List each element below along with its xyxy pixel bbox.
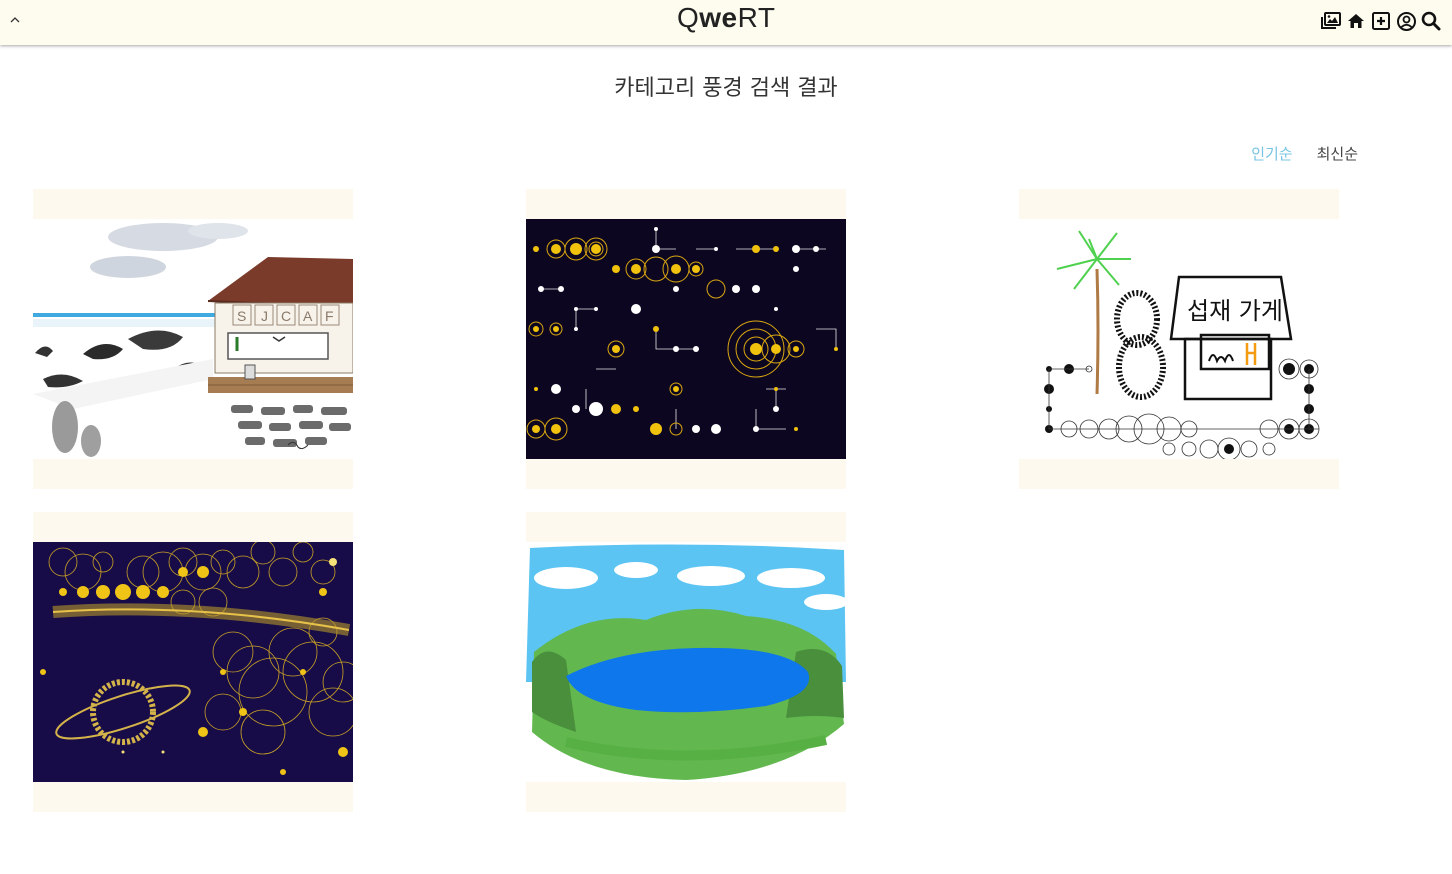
gallery-card[interactable] xyxy=(526,189,846,489)
profile-icon[interactable] xyxy=(1395,10,1417,32)
gallery-card[interactable]: SJCAF xyxy=(33,189,353,489)
sort-options: 인기순 최신순 xyxy=(1251,143,1358,164)
add-icon[interactable] xyxy=(1370,10,1392,32)
gallery-card[interactable] xyxy=(33,512,353,812)
svg-text:S: S xyxy=(237,308,246,324)
page-title: 카테고리 풍경 검색 결과 xyxy=(614,76,838,101)
gallery-card[interactable] xyxy=(526,512,846,812)
artwork-galaxy[interactable] xyxy=(33,542,353,782)
logo-part-q: Q xyxy=(677,2,700,33)
artwork-crater-lake[interactable] xyxy=(526,542,846,782)
gallery-card[interactable]: 섭재 가게 xyxy=(1019,189,1339,489)
svg-text:J: J xyxy=(261,308,268,324)
top-navbar: QweRT xyxy=(0,0,1452,45)
artwork-constellation[interactable] xyxy=(526,219,846,459)
shop-sign: 섭재 가게 xyxy=(1187,297,1283,325)
svg-text:F: F xyxy=(325,308,334,324)
svg-text:C: C xyxy=(281,308,291,324)
artwork-shop[interactable]: 섭재 가게 xyxy=(1019,219,1339,459)
logo-part-rt: RT xyxy=(737,2,776,33)
gallery-icon[interactable] xyxy=(1320,10,1342,32)
collapse-chevron-icon[interactable] xyxy=(6,10,24,30)
sort-popular-button[interactable]: 인기순 xyxy=(1251,143,1292,164)
logo-part-we: we xyxy=(699,2,738,33)
home-icon[interactable] xyxy=(1345,10,1367,32)
svg-text:A: A xyxy=(303,308,313,324)
artwork-cafe[interactable]: SJCAF xyxy=(33,219,353,459)
sort-latest-button[interactable]: 최신순 xyxy=(1317,143,1358,164)
search-icon[interactable] xyxy=(1420,10,1442,32)
site-logo[interactable]: QweRT xyxy=(677,1,775,35)
nav-icon-group xyxy=(1320,9,1442,33)
